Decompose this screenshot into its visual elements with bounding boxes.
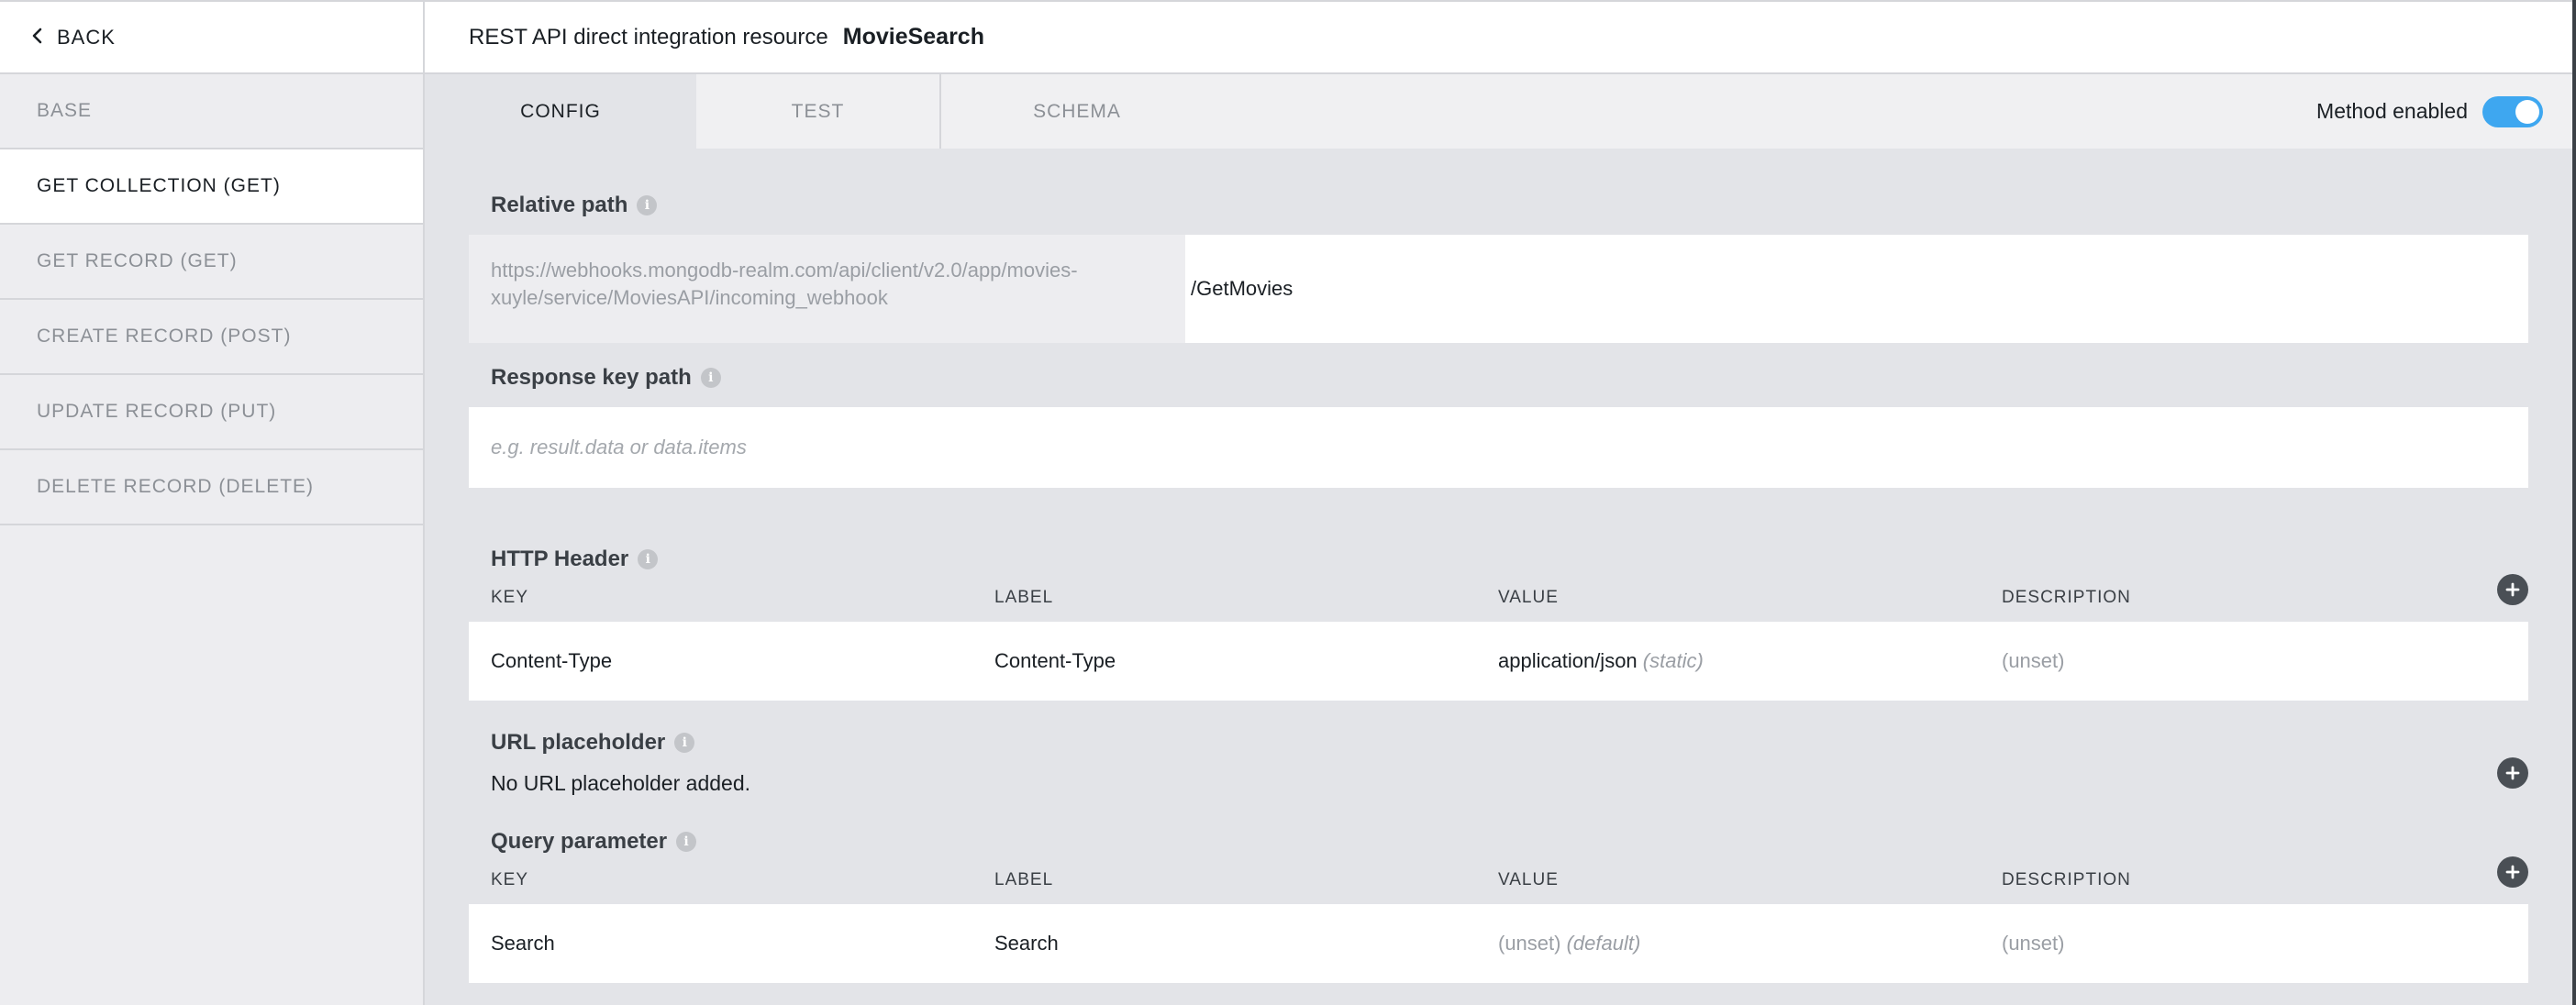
param-key: Search — [491, 932, 555, 955]
relative-path-label: Relative path — [491, 193, 628, 217]
column-description: DESCRIPTION — [2002, 870, 2131, 889]
back-button[interactable]: BACK — [0, 0, 423, 74]
chevron-left-icon — [31, 26, 44, 50]
column-key: KEY — [491, 870, 529, 889]
tab-schema[interactable]: SCHEMA — [941, 74, 1213, 149]
info-icon[interactable]: i — [637, 195, 658, 215]
url-placeholder-label: URL placeholder — [491, 730, 666, 755]
column-value: VALUE — [1498, 870, 1559, 889]
param-value-note: (default) — [1566, 932, 1641, 955]
info-icon[interactable]: i — [700, 368, 721, 388]
tab-config[interactable]: CONFIG — [425, 74, 696, 149]
info-icon[interactable]: i — [676, 832, 697, 852]
method-enabled-control: Method enabled — [2316, 74, 2543, 149]
sidebar-item-label: GET COLLECTION (GET) — [37, 175, 281, 196]
response-key-path-heading: Response key path i — [491, 365, 721, 391]
sidebar-item-label: GET RECORD (GET) — [37, 250, 238, 271]
url-placeholder-heading: URL placeholder i — [491, 730, 695, 756]
http-header-columns: KEY LABEL VALUE DESCRIPTION — [469, 585, 2528, 611]
relative-path-input[interactable]: /GetMovies — [1185, 235, 2528, 343]
http-header-label: HTTP Header — [491, 547, 629, 571]
base-url-prefix: https://webhooks.mongodb-realm.com/api/c… — [469, 235, 1185, 343]
sidebar-item-label: BASE — [37, 100, 93, 121]
column-label: LABEL — [994, 870, 1054, 889]
header-key: Content-Type — [491, 649, 613, 672]
url-placeholder-empty: No URL placeholder added. — [491, 771, 750, 795]
add-query-parameter-button[interactable] — [2497, 856, 2528, 888]
main-panel: REST API direct integration resource Mov… — [425, 0, 2572, 1005]
plus-icon — [2505, 865, 2520, 879]
sidebar-item-get-collection[interactable]: GET COLLECTION (GET) — [0, 149, 423, 225]
param-value: (unset) — [1498, 932, 1561, 955]
table-row[interactable]: Content-Type Content-Type application/js… — [469, 622, 2528, 701]
sidebar-item-base[interactable]: BASE — [0, 74, 423, 149]
plus-icon — [2505, 766, 2520, 780]
column-description: DESCRIPTION — [2002, 588, 2131, 607]
table-row[interactable]: Search Search (unset) (default) (unset) — [469, 904, 2528, 983]
header-description: (unset) — [2002, 649, 2065, 672]
column-label: LABEL — [994, 588, 1054, 607]
tab-test[interactable]: TEST — [696, 74, 939, 149]
relative-path-heading: Relative path i — [491, 193, 658, 218]
add-http-header-button[interactable] — [2497, 574, 2528, 605]
response-key-path-input[interactable]: e.g. result.data or data.items — [469, 407, 2528, 488]
tab-bar: CONFIG TEST SCHEMA Method enabled — [425, 74, 2572, 149]
header-label: Content-Type — [994, 649, 1116, 672]
back-label: BACK — [57, 25, 116, 49]
param-value-cell: (unset) (default) — [1498, 932, 2002, 955]
query-parameter-heading: Query parameter i — [491, 829, 697, 855]
column-value: VALUE — [1498, 588, 1559, 607]
info-icon[interactable]: i — [638, 549, 659, 569]
header-value-note: (static) — [1642, 649, 1704, 672]
resource-header: REST API direct integration resource Mov… — [425, 0, 2572, 74]
sidebar: BACK BASE GET COLLECTION (GET) GET RECOR… — [0, 0, 425, 1005]
query-parameter-label: Query parameter — [491, 829, 668, 854]
column-key: KEY — [491, 588, 529, 607]
sidebar-item-label: DELETE RECORD (DELETE) — [37, 476, 315, 497]
resource-type-label: REST API direct integration resource — [469, 24, 828, 50]
sidebar-item-delete-record[interactable]: DELETE RECORD (DELETE) — [0, 450, 423, 525]
toggle-knob — [2515, 99, 2539, 124]
method-enabled-toggle[interactable] — [2482, 95, 2543, 127]
header-value-cell: application/json (static) — [1498, 649, 2002, 673]
relative-path-field: https://webhooks.mongodb-realm.com/api/c… — [469, 235, 2528, 343]
sidebar-item-get-record[interactable]: GET RECORD (GET) — [0, 225, 423, 300]
plus-icon — [2505, 582, 2520, 597]
info-icon[interactable]: i — [674, 733, 695, 753]
sidebar-item-update-record[interactable]: UPDATE RECORD (PUT) — [0, 375, 423, 450]
sidebar-item-label: UPDATE RECORD (PUT) — [37, 401, 277, 422]
http-header-heading: HTTP Header i — [491, 547, 659, 572]
window-edge — [2572, 0, 2576, 1005]
response-key-path-label: Response key path — [491, 365, 692, 390]
query-parameter-columns: KEY LABEL VALUE DESCRIPTION — [469, 867, 2528, 893]
header-value: application/json — [1498, 649, 1638, 672]
param-label: Search — [994, 932, 1059, 955]
resource-name: MovieSearch — [842, 24, 984, 50]
sidebar-item-label: CREATE RECORD (POST) — [37, 326, 292, 347]
add-url-placeholder-button[interactable] — [2497, 757, 2528, 789]
param-description: (unset) — [2002, 932, 2065, 955]
sidebar-item-create-record[interactable]: CREATE RECORD (POST) — [0, 300, 423, 375]
method-enabled-label: Method enabled — [2316, 99, 2468, 123]
